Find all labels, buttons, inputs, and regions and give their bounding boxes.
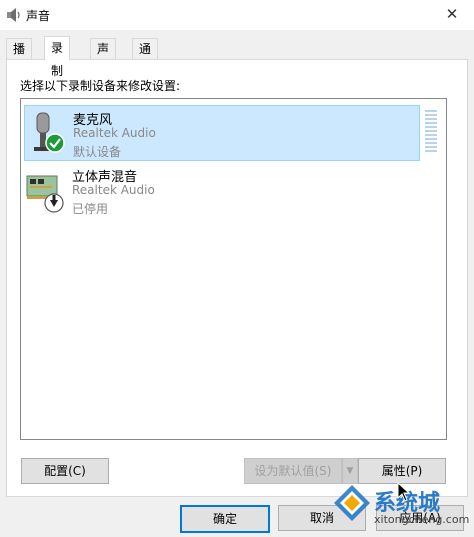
check-badge-icon xyxy=(45,133,65,153)
tab-recording[interactable]: 录制 xyxy=(44,36,71,78)
tab-communications[interactable]: 通信 xyxy=(132,38,159,76)
sound-card-icon xyxy=(26,175,64,213)
device-driver: Realtek Audio xyxy=(73,126,156,140)
instruction-label: 选择以下录制设备来修改设置: xyxy=(20,79,181,93)
tab-sounds[interactable]: 声音 xyxy=(90,38,117,76)
device-driver: Realtek Audio xyxy=(72,183,155,197)
device-status: 默认设备 xyxy=(73,145,122,159)
sound-dialog: 声音 ✕ 播放 录制 声音 通信 选择以下录制设备来修改设置: 麦克风 xyxy=(0,0,474,537)
close-button[interactable]: ✕ xyxy=(440,3,464,25)
tab-playback[interactable]: 播放 xyxy=(6,38,33,76)
microphone-icon xyxy=(34,112,65,153)
level-meter-icon xyxy=(425,110,437,152)
watermark-logo-icon xyxy=(334,485,370,521)
mouse-cursor-icon xyxy=(397,482,411,502)
device-status: 已停用 xyxy=(72,202,109,216)
chevron-down-icon: ▼ xyxy=(346,466,354,476)
list-item-stereo-mix[interactable]: 立体声混音 Realtek Audio 已停用 xyxy=(24,163,418,217)
device-list[interactable]: 麦克风 Realtek Audio 默认设备 立体声混音 Realtek Aud… xyxy=(20,98,447,440)
window-title: 声音 xyxy=(26,9,51,23)
ok-button[interactable]: 确定 xyxy=(180,505,270,533)
speaker-icon xyxy=(7,8,20,22)
list-item-microphone[interactable]: 麦克风 Realtek Audio 默认设备 xyxy=(24,105,437,161)
recording-panel: 选择以下录制设备来修改设置: 麦克风 Realtek Audio 默认设备 立体… xyxy=(6,59,468,497)
title-bar: 声音 ✕ xyxy=(0,0,474,30)
close-icon: ✕ xyxy=(445,5,459,23)
watermark-url: xitongcheng.com xyxy=(374,513,470,526)
configure-button[interactable]: 配置(C) xyxy=(21,458,109,484)
